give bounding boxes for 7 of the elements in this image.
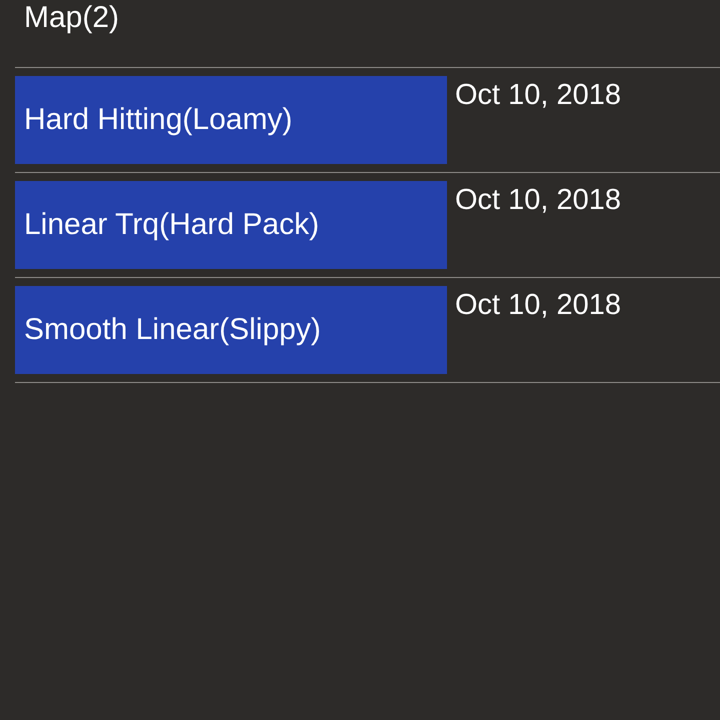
map-date: Oct 10, 2018 <box>455 288 622 322</box>
map-date: Oct 10, 2018 <box>455 183 622 217</box>
map-date: Oct 10, 2018 <box>455 78 622 112</box>
map-name[interactable]: Hard Hitting(Loamy) <box>15 76 447 164</box>
map-name[interactable]: Smooth Linear(Slippy) <box>15 286 447 374</box>
map-name[interactable]: Linear Trq(Hard Pack) <box>15 181 447 269</box>
map-name[interactable]: Map(2) <box>15 0 447 36</box>
